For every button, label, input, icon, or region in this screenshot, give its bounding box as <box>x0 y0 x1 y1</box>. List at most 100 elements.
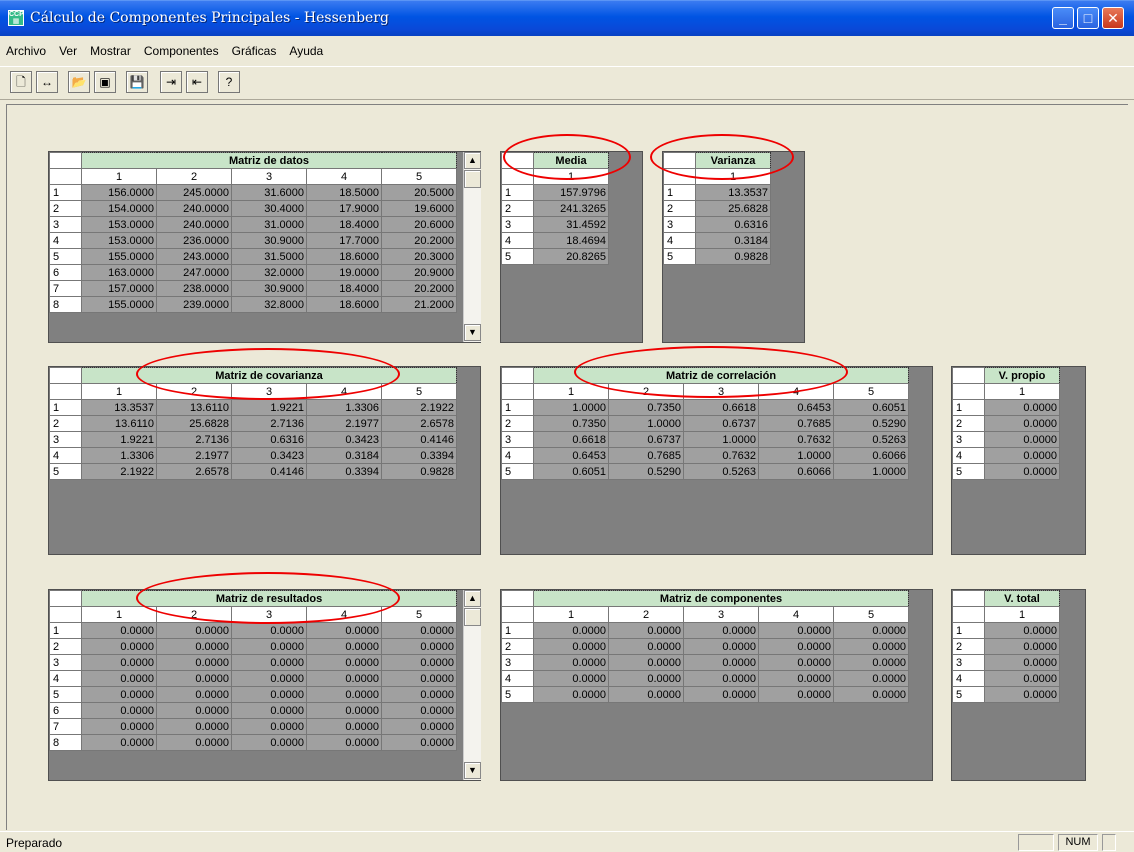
grid-cell[interactable]: 17.7000 <box>306 232 382 249</box>
grid-cell[interactable]: 0.0000 <box>533 638 609 655</box>
minimize-button[interactable]: _ <box>1052 7 1074 29</box>
row-header[interactable]: 8 <box>49 296 82 313</box>
grid-cell[interactable]: 0.0000 <box>306 734 382 751</box>
grid-cell[interactable]: 20.9000 <box>381 264 457 281</box>
column-header[interactable]: 3 <box>683 606 759 623</box>
grid-cell[interactable]: 0.0000 <box>231 734 307 751</box>
row-header[interactable]: 3 <box>49 654 82 671</box>
column-header[interactable]: 4 <box>306 168 382 185</box>
grid-varianza[interactable]: Varianza 1 1 13.3537 2 25.6828 3 0.6316 4 0.3184 5… <box>662 151 805 343</box>
grid-cell[interactable]: 245.0000 <box>156 184 232 201</box>
grid-cell[interactable]: 0.0000 <box>758 686 834 703</box>
row-header[interactable]: 5 <box>501 463 534 480</box>
grid-cell[interactable]: 239.0000 <box>156 296 232 313</box>
row-header[interactable]: 2 <box>952 638 985 655</box>
grid-cell[interactable]: 18.5000 <box>306 184 382 201</box>
grid-cell[interactable]: 0.0000 <box>81 622 157 639</box>
grid-cell[interactable]: 0.0000 <box>380 702 458 719</box>
grid-cell[interactable]: 0.7685 <box>758 415 834 432</box>
grid-matriz-datos[interactable]: Matriz de datos 1 2 3 4 5 1 156.0000 245.0000 31.… <box>48 151 481 343</box>
row-header[interactable]: 2 <box>501 200 534 217</box>
grid-cell[interactable]: 155.0000 <box>81 296 157 313</box>
grid-cell[interactable]: 32.8000 <box>231 296 307 313</box>
row-header[interactable]: 8 <box>49 734 82 751</box>
scroll-up-icon[interactable]: ▲ <box>464 590 481 607</box>
row-header[interactable]: 4 <box>952 670 985 687</box>
grid-cell[interactable]: 0.6316 <box>695 216 771 233</box>
grid-cell[interactable]: 0.6737 <box>608 431 684 448</box>
grid-cell[interactable]: 238.0000 <box>156 280 232 297</box>
grid-cell[interactable]: 0.0000 <box>832 654 910 671</box>
open-folder-icon[interactable]: 📂 <box>68 71 90 93</box>
row-header[interactable]: 5 <box>663 248 696 265</box>
grid-cell[interactable]: 0.6618 <box>683 399 759 416</box>
grid-cell[interactable]: 0.0000 <box>683 686 759 703</box>
grid-cell[interactable]: 2.1922 <box>81 463 157 480</box>
grid-cell[interactable]: 0.0000 <box>984 670 1060 687</box>
grid-cell[interactable]: 18.4000 <box>306 216 382 233</box>
row-header[interactable]: 1 <box>952 622 985 639</box>
grid-cell[interactable]: 0.0000 <box>81 702 157 719</box>
grid-matriz-covarianza[interactable]: Matriz de covarianza 1 2 3 4 5 1 13.3537 13.6110… <box>48 366 481 555</box>
column-header[interactable]: 5 <box>832 606 910 623</box>
grid-cell[interactable]: 0.0000 <box>832 638 910 655</box>
grid-cell[interactable]: 0.0000 <box>683 654 759 671</box>
grid-cell[interactable]: 31.6000 <box>231 184 307 201</box>
grid-cell[interactable]: 0.0000 <box>156 670 232 687</box>
grid-cell[interactable]: 0.0000 <box>832 622 910 639</box>
grid-cell[interactable]: 31.5000 <box>231 248 307 265</box>
grid-cell[interactable]: 20.8265 <box>533 248 609 265</box>
grid-cell[interactable]: 1.0000 <box>533 399 609 416</box>
grid-cell[interactable]: 0.4146 <box>380 431 458 448</box>
grid-cell[interactable]: 236.0000 <box>156 232 232 249</box>
row-header[interactable]: 3 <box>663 216 696 233</box>
grid-cell[interactable]: 0.0000 <box>683 638 759 655</box>
grid-cell[interactable]: 0.0000 <box>758 638 834 655</box>
grid-cell[interactable]: 0.0000 <box>306 654 382 671</box>
grid-cell[interactable]: 0.0000 <box>984 463 1060 480</box>
row-header[interactable]: 6 <box>49 264 82 281</box>
row-header[interactable]: 7 <box>49 280 82 297</box>
grid-cell[interactable]: 0.0000 <box>758 622 834 639</box>
grid-cell[interactable]: 0.6051 <box>533 463 609 480</box>
maximize-button[interactable]: □ <box>1077 7 1099 29</box>
grid-cell[interactable]: 2.6578 <box>380 415 458 432</box>
row-header[interactable]: 4 <box>952 447 985 464</box>
grid-cell[interactable]: 17.9000 <box>306 200 382 217</box>
grid-cell[interactable]: 0.0000 <box>306 638 382 655</box>
grid-cell[interactable]: 0.0000 <box>156 654 232 671</box>
grid-cell[interactable]: 0.0000 <box>533 622 609 639</box>
grid-cell[interactable]: 0.0000 <box>81 734 157 751</box>
grid-cell[interactable]: 0.9828 <box>380 463 458 480</box>
row-header[interactable]: 3 <box>501 654 534 671</box>
grid-matriz-componentes[interactable]: Matriz de componentes 1 2 3 4 5 1 0.0000 0.0000 0… <box>500 589 933 781</box>
row-header[interactable]: 1 <box>501 399 534 416</box>
grid-matriz-correlacion[interactable]: Matriz de correlación 1 2 3 4 5 1 1.0000 0.7350 0… <box>500 366 933 555</box>
column-header[interactable]: 3 <box>683 383 759 400</box>
grid-cell[interactable]: 163.0000 <box>81 264 157 281</box>
grid-cell[interactable]: 0.0000 <box>758 654 834 671</box>
grid-cell[interactable]: 25.6828 <box>695 200 771 217</box>
row-header[interactable]: 2 <box>952 415 985 432</box>
grid-cell[interactable]: 0.0000 <box>380 686 458 703</box>
grid-cell[interactable]: 0.0000 <box>81 638 157 655</box>
grid-media[interactable]: Media 1 1 157.9796 2 241.3265 3 31.4592 4 18.4694… <box>500 151 643 343</box>
grid-cell[interactable]: 0.0000 <box>984 654 1060 671</box>
grid-cell[interactable]: 0.6066 <box>832 447 910 464</box>
grid-cell[interactable]: 0.0000 <box>758 670 834 687</box>
row-header[interactable]: 2 <box>501 638 534 655</box>
grid-cell[interactable]: 241.3265 <box>533 200 609 217</box>
row-header[interactable]: 5 <box>952 686 985 703</box>
grid-cell[interactable]: 2.7136 <box>231 415 307 432</box>
grid-cell[interactable]: 2.1922 <box>380 399 458 416</box>
grid-cell[interactable]: 0.0000 <box>608 670 684 687</box>
grid-cell[interactable]: 0.0000 <box>81 718 157 735</box>
grid-cell[interactable]: 0.0000 <box>984 447 1060 464</box>
grid-cell[interactable]: 0.0000 <box>380 718 458 735</box>
grid-cell[interactable]: 0.0000 <box>306 686 382 703</box>
window-icon[interactable]: ▣ <box>94 71 116 93</box>
grid-v-total[interactable]: V. total 1 1 0.0000 2 0.0000 3 0.0000 4 0.0000 5 0.… <box>951 589 1086 781</box>
grid-cell[interactable]: 30.9000 <box>231 232 307 249</box>
grid-cell[interactable]: 0.7685 <box>608 447 684 464</box>
column-header[interactable]: 2 <box>608 383 684 400</box>
